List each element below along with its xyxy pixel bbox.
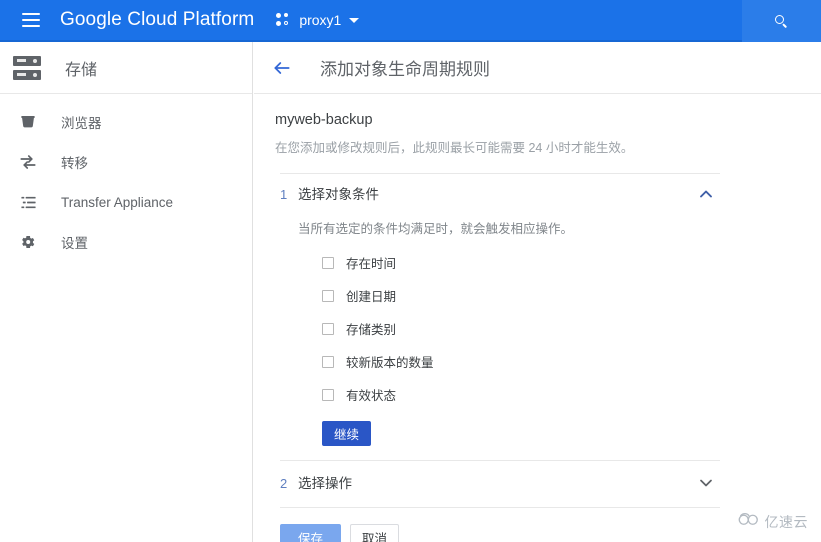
- search-handle: [782, 22, 788, 28]
- sidebar-item-label: Transfer Appliance: [61, 194, 174, 210]
- server-bar: [13, 55, 41, 66]
- continue-button-wrap: 继续: [298, 411, 720, 460]
- watermark: 亿速云: [737, 511, 809, 532]
- watermark-text: 亿速云: [764, 514, 808, 531]
- chevron-up-icon[interactable]: [696, 184, 716, 204]
- checkbox-num-newer-versions[interactable]: [322, 355, 334, 368]
- project-dots-icon: [276, 13, 292, 27]
- checkbox-created-before[interactable]: [322, 289, 334, 302]
- main-content: 添加对象生命周期规则 myweb-backup 在您添加或修改规则后，此规则最长…: [254, 42, 821, 542]
- page-title: 添加对象生命周期规则: [320, 60, 490, 79]
- storage-server-icon: [13, 55, 41, 80]
- server-bar: [13, 69, 41, 80]
- content-header: 添加对象生命周期规则: [254, 42, 821, 94]
- search-icon: [775, 14, 788, 28]
- checkbox-label: 存储类别: [346, 323, 397, 337]
- checkbox-storage-class[interactable]: [322, 322, 334, 335]
- sidebar-item-transfer-appliance[interactable]: Transfer Appliance: [0, 182, 252, 222]
- sidebar: 存储 浏览器 转移 Transfer Appliance 设置: [0, 42, 253, 542]
- checkbox-label: 较新版本的数量: [346, 356, 434, 370]
- checkbox-row-age[interactable]: 存在时间: [298, 246, 720, 279]
- project-dot: [276, 13, 282, 18]
- hamburger-line: [22, 19, 40, 21]
- step-1-object-conditions: 1 选择对象条件 当所有选定的条件均满足时，就会触发相应操作。 存在时间 创建日…: [280, 173, 720, 460]
- sidebar-item-transfer[interactable]: 转移: [0, 142, 252, 182]
- continue-button[interactable]: 继续: [322, 421, 372, 446]
- checkbox-row-created-before[interactable]: 创建日期: [298, 279, 720, 312]
- step-1-body: 当所有选定的条件均满足时，就会触发相应操作。 存在时间 创建日期 存储类别 较新…: [280, 212, 720, 460]
- step-1-number: 1: [280, 187, 288, 202]
- list-icon: [16, 190, 40, 214]
- back-arrow-icon[interactable]: [270, 56, 294, 80]
- bucket-name: myweb-backup: [275, 112, 373, 128]
- project-dot: [284, 21, 289, 25]
- search-input[interactable]: [742, 0, 821, 42]
- cancel-button[interactable]: 取消: [350, 524, 400, 542]
- step-1-description: 当所有选定的条件均满足时，就会触发相应操作。: [298, 222, 574, 236]
- sidebar-item-label: 浏览器: [61, 116, 102, 131]
- hamburger-line: [22, 13, 40, 15]
- step-2-title: 选择操作: [298, 476, 352, 491]
- checkbox-label: 存在时间: [346, 257, 397, 271]
- checkbox-label: 创建日期: [346, 290, 397, 304]
- chevron-down-icon: [349, 17, 360, 23]
- checkbox-label: 有效状态: [346, 389, 397, 403]
- save-button[interactable]: 保存: [280, 524, 342, 542]
- step-2-select-action: 2 选择操作: [280, 460, 720, 508]
- content-body: myweb-backup 在您添加或修改规则后，此规则最长可能需要 24 小时才…: [254, 94, 821, 542]
- sidebar-item-settings[interactable]: 设置: [0, 222, 252, 262]
- sidebar-item-label: 设置: [61, 236, 88, 251]
- hamburger-line: [22, 25, 40, 27]
- search-ring: [775, 14, 784, 24]
- checkbox-age[interactable]: [322, 256, 334, 269]
- hamburger-menu-icon[interactable]: [10, 0, 52, 41]
- sidebar-header[interactable]: 存储: [0, 42, 252, 94]
- form-actions: 保存 取消: [280, 508, 720, 542]
- checkbox-is-live[interactable]: [322, 388, 334, 401]
- steps-container: 1 选择对象条件 当所有选定的条件均满足时，就会触发相应操作。 存在时间 创建日…: [280, 173, 720, 542]
- project-dot: [284, 13, 289, 17]
- checkbox-row-is-live[interactable]: 有效状态: [298, 378, 720, 411]
- sidebar-item-label: 转移: [61, 156, 88, 171]
- step-1-header[interactable]: 1 选择对象条件: [280, 174, 720, 212]
- project-selector[interactable]: proxy1: [276, 0, 360, 41]
- bucket-icon: [16, 110, 40, 134]
- app-root: Google Cloud Platform proxy1 存储 浏览器 转移 T…: [0, 0, 821, 542]
- brand-title: Google Cloud Platform: [60, 9, 255, 30]
- cloud-logo-icon: [737, 511, 761, 532]
- sidebar-item-browser[interactable]: 浏览器: [0, 102, 252, 142]
- checkbox-row-storage-class[interactable]: 存储类别: [298, 312, 720, 345]
- step-2-header[interactable]: 2 选择操作: [280, 461, 720, 507]
- project-name: proxy1: [299, 12, 342, 28]
- sidebar-title: 存储: [65, 61, 98, 79]
- checkbox-row-num-newer-versions[interactable]: 较新版本的数量: [298, 345, 720, 378]
- lifecycle-notice: 在您添加或修改规则后，此规则最长可能需要 24 小时才能生效。: [275, 141, 634, 155]
- chevron-down-icon[interactable]: [696, 473, 716, 493]
- transfer-arrows-icon: [16, 150, 40, 174]
- sidebar-nav-list: 浏览器 转移 Transfer Appliance 设置: [0, 94, 252, 262]
- top-header-bar: Google Cloud Platform proxy1: [0, 0, 821, 42]
- project-dot: [276, 21, 282, 26]
- gear-icon: [16, 230, 40, 254]
- step-1-title: 选择对象条件: [298, 187, 379, 202]
- step-2-number: 2: [280, 476, 288, 491]
